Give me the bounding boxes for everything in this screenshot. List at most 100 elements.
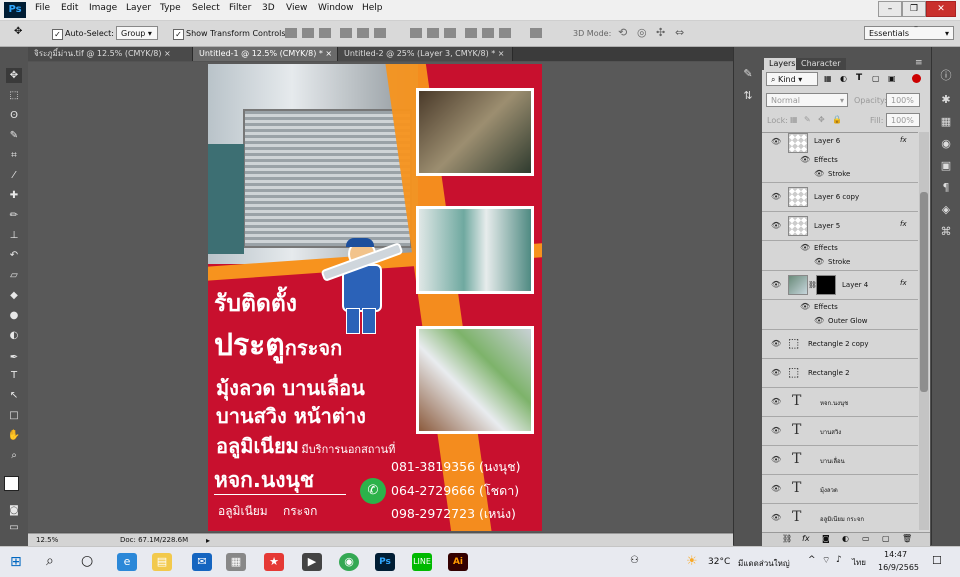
scrollbar-thumb[interactable] — [920, 192, 928, 392]
layer-mask-thumbnail[interactable] — [816, 275, 836, 295]
fx-icon[interactable]: fx — [900, 136, 907, 144]
show-transform-checkbox[interactable]: ✓ — [173, 29, 184, 40]
illustrator-taskbar-icon[interactable]: Ai — [448, 553, 468, 571]
align-center-icon[interactable] — [357, 28, 369, 38]
photoshop-taskbar-icon[interactable]: Ps — [375, 553, 395, 571]
paint-bucket-tool-icon[interactable]: ◆ — [6, 288, 22, 303]
distribute-right-icon[interactable] — [499, 28, 511, 38]
file-explorer-icon[interactable]: ▤ — [152, 553, 172, 571]
layer-row[interactable]: 👁 T มุ้งลวด — [762, 475, 918, 504]
lock-position-icon[interactable]: ✥ — [818, 115, 825, 124]
eye-icon[interactable]: 👁 — [771, 455, 781, 464]
layer-effect-row[interactable]: 👁 Stroke — [762, 167, 918, 183]
align-bottom-icon[interactable] — [319, 28, 331, 38]
kind-filter[interactable]: ⌕ Kind ▾ — [766, 72, 818, 86]
foreground-color-swatch[interactable] — [4, 476, 19, 491]
layer-row[interactable]: 👁 Layer 6 copy — [762, 183, 918, 212]
tab-document-1[interactable]: จิระภูมิ์ม่าน.tif @ 12.5% (CMYK/8) × — [28, 47, 193, 61]
secondary-minimize[interactable]: – — [914, 22, 929, 34]
layer-row[interactable]: 👁 ⛓ Layer 4 fx — [762, 271, 918, 300]
path-select-tool-icon[interactable]: ↖ — [6, 388, 22, 403]
filter-pixel-icon[interactable]: ▦ — [824, 74, 832, 83]
eye-icon[interactable]: 👁 — [800, 155, 810, 164]
lasso-tool-icon[interactable]: ʘ — [6, 108, 22, 123]
layer-row[interactable]: 👁 T หจก.นงนุช — [762, 388, 918, 417]
eye-icon[interactable]: 👁 — [800, 302, 810, 311]
crop-tool-icon[interactable]: ⌗ — [6, 148, 22, 163]
layer-row[interactable]: 👁 Layer 6 fx — [762, 133, 918, 153]
filter-shape-icon[interactable]: ▢ — [872, 74, 880, 83]
eye-icon[interactable]: 👁 — [771, 280, 781, 289]
move-tool-icon[interactable]: ✥ — [6, 68, 22, 83]
tab-document-2[interactable]: Untitled-1 @ 12.5% (CMYK/8) * × — [193, 47, 338, 61]
eye-icon[interactable]: 👁 — [771, 137, 781, 146]
align-left-icon[interactable] — [340, 28, 352, 38]
auto-select-checkbox[interactable]: ✓ — [52, 29, 63, 40]
restore-button[interactable]: ❐ — [902, 1, 926, 17]
people-icon[interactable]: ⚇ — [630, 555, 639, 566]
distribute-left-icon[interactable] — [465, 28, 477, 38]
layer-row[interactable]: 👁 T บานสวิง — [762, 417, 918, 446]
language-indicator[interactable]: ไทย — [852, 556, 866, 569]
align-top-icon[interactable] — [285, 28, 297, 38]
calculator-icon[interactable]: ▦ — [226, 553, 246, 571]
paragraph-icon[interactable]: ¶ — [936, 181, 956, 194]
layer-effects-row[interactable]: 👁 Effects — [762, 241, 918, 255]
screen-mode-icon[interactable]: ▭ — [6, 520, 22, 535]
line-app-icon[interactable]: LINE — [412, 553, 432, 571]
panel-menu-icon[interactable]: ≡ — [915, 58, 923, 68]
eye-icon[interactable]: 👁 — [771, 513, 781, 522]
blur-tool-icon[interactable]: ● — [6, 308, 22, 323]
notifications-icon[interactable]: ☐ — [932, 554, 942, 567]
swatches-icon[interactable]: ▦ — [936, 115, 956, 128]
menu-layer[interactable]: Layer — [126, 3, 151, 13]
adjustments-icon[interactable]: ◉ — [936, 137, 956, 150]
healing-tool-icon[interactable]: ✚ — [6, 188, 22, 203]
weather-text[interactable]: มีแดดส่วนใหญ่ — [738, 557, 790, 570]
menu-edit[interactable]: Edit — [61, 3, 78, 13]
info-icon[interactable]: ⓘ — [936, 67, 956, 83]
search-icon[interactable]: ⌕ — [46, 553, 54, 569]
brush-tool-icon[interactable]: ✏ — [6, 208, 22, 223]
3d-slide-icon[interactable]: ⇔ — [675, 26, 684, 39]
channels-icon[interactable]: ◈ — [936, 203, 956, 216]
task-view-icon[interactable]: ○ — [81, 553, 93, 569]
tab-close-icon[interactable]: × — [164, 49, 171, 58]
fill-input[interactable]: 100% — [886, 113, 920, 127]
eye-icon[interactable]: 👁 — [771, 339, 781, 348]
video-app-icon[interactable]: ▶ — [302, 553, 322, 571]
weather-icon[interactable]: ☀ — [686, 554, 698, 569]
3d-drag-icon[interactable]: ✣ — [656, 26, 665, 39]
layer-row[interactable]: 👁 T บานเลื่อน — [762, 446, 918, 475]
menu-select[interactable]: Select — [192, 3, 220, 13]
lock-pixels-icon[interactable]: ▦ — [790, 115, 798, 124]
layer-row[interactable]: 👁 Layer 5 fx — [762, 212, 918, 241]
link-layers-icon[interactable]: ⛓ — [782, 534, 792, 543]
eyedropper-tool-icon[interactable]: ⁄ — [6, 168, 22, 183]
volume-icon[interactable]: ♪ — [836, 555, 842, 565]
menu-filter[interactable]: Filter — [229, 3, 251, 13]
dodge-tool-icon[interactable]: ◐ — [6, 328, 22, 343]
zoom-level[interactable]: 12.5% — [36, 534, 58, 546]
fx-icon[interactable]: fx — [900, 279, 907, 287]
menu-file[interactable]: File — [35, 3, 50, 13]
fx-icon[interactable]: fx — [900, 220, 907, 228]
layer-row[interactable]: 👁 ⬚ Rectangle 2 copy — [762, 330, 918, 359]
eye-icon[interactable]: 👁 — [771, 221, 781, 230]
eye-icon[interactable]: 👁 — [771, 484, 781, 493]
layers-scrollbar[interactable] — [919, 132, 929, 530]
clock-date[interactable]: 16/9/2565 — [878, 563, 919, 572]
zoom-tool-icon[interactable]: ⌕ — [6, 448, 22, 463]
network-icon[interactable]: ⌔ — [822, 555, 830, 566]
distribute-center-icon[interactable] — [482, 28, 494, 38]
3d-rotate-icon[interactable]: ⟲ — [618, 26, 627, 39]
clock-time[interactable]: 14:47 — [884, 550, 907, 559]
add-style-icon[interactable]: fx — [802, 534, 810, 543]
rectangle-tool-icon[interactable]: □ — [6, 408, 22, 423]
close-button[interactable]: ✕ — [926, 1, 956, 17]
eye-icon[interactable]: 👁 — [814, 257, 824, 266]
3d-roll-icon[interactable]: ◎ — [637, 26, 647, 39]
pdf-reader-icon[interactable]: ★ — [264, 553, 284, 571]
menu-image[interactable]: Image — [89, 3, 117, 13]
distribute-bottom-icon[interactable] — [444, 28, 456, 38]
